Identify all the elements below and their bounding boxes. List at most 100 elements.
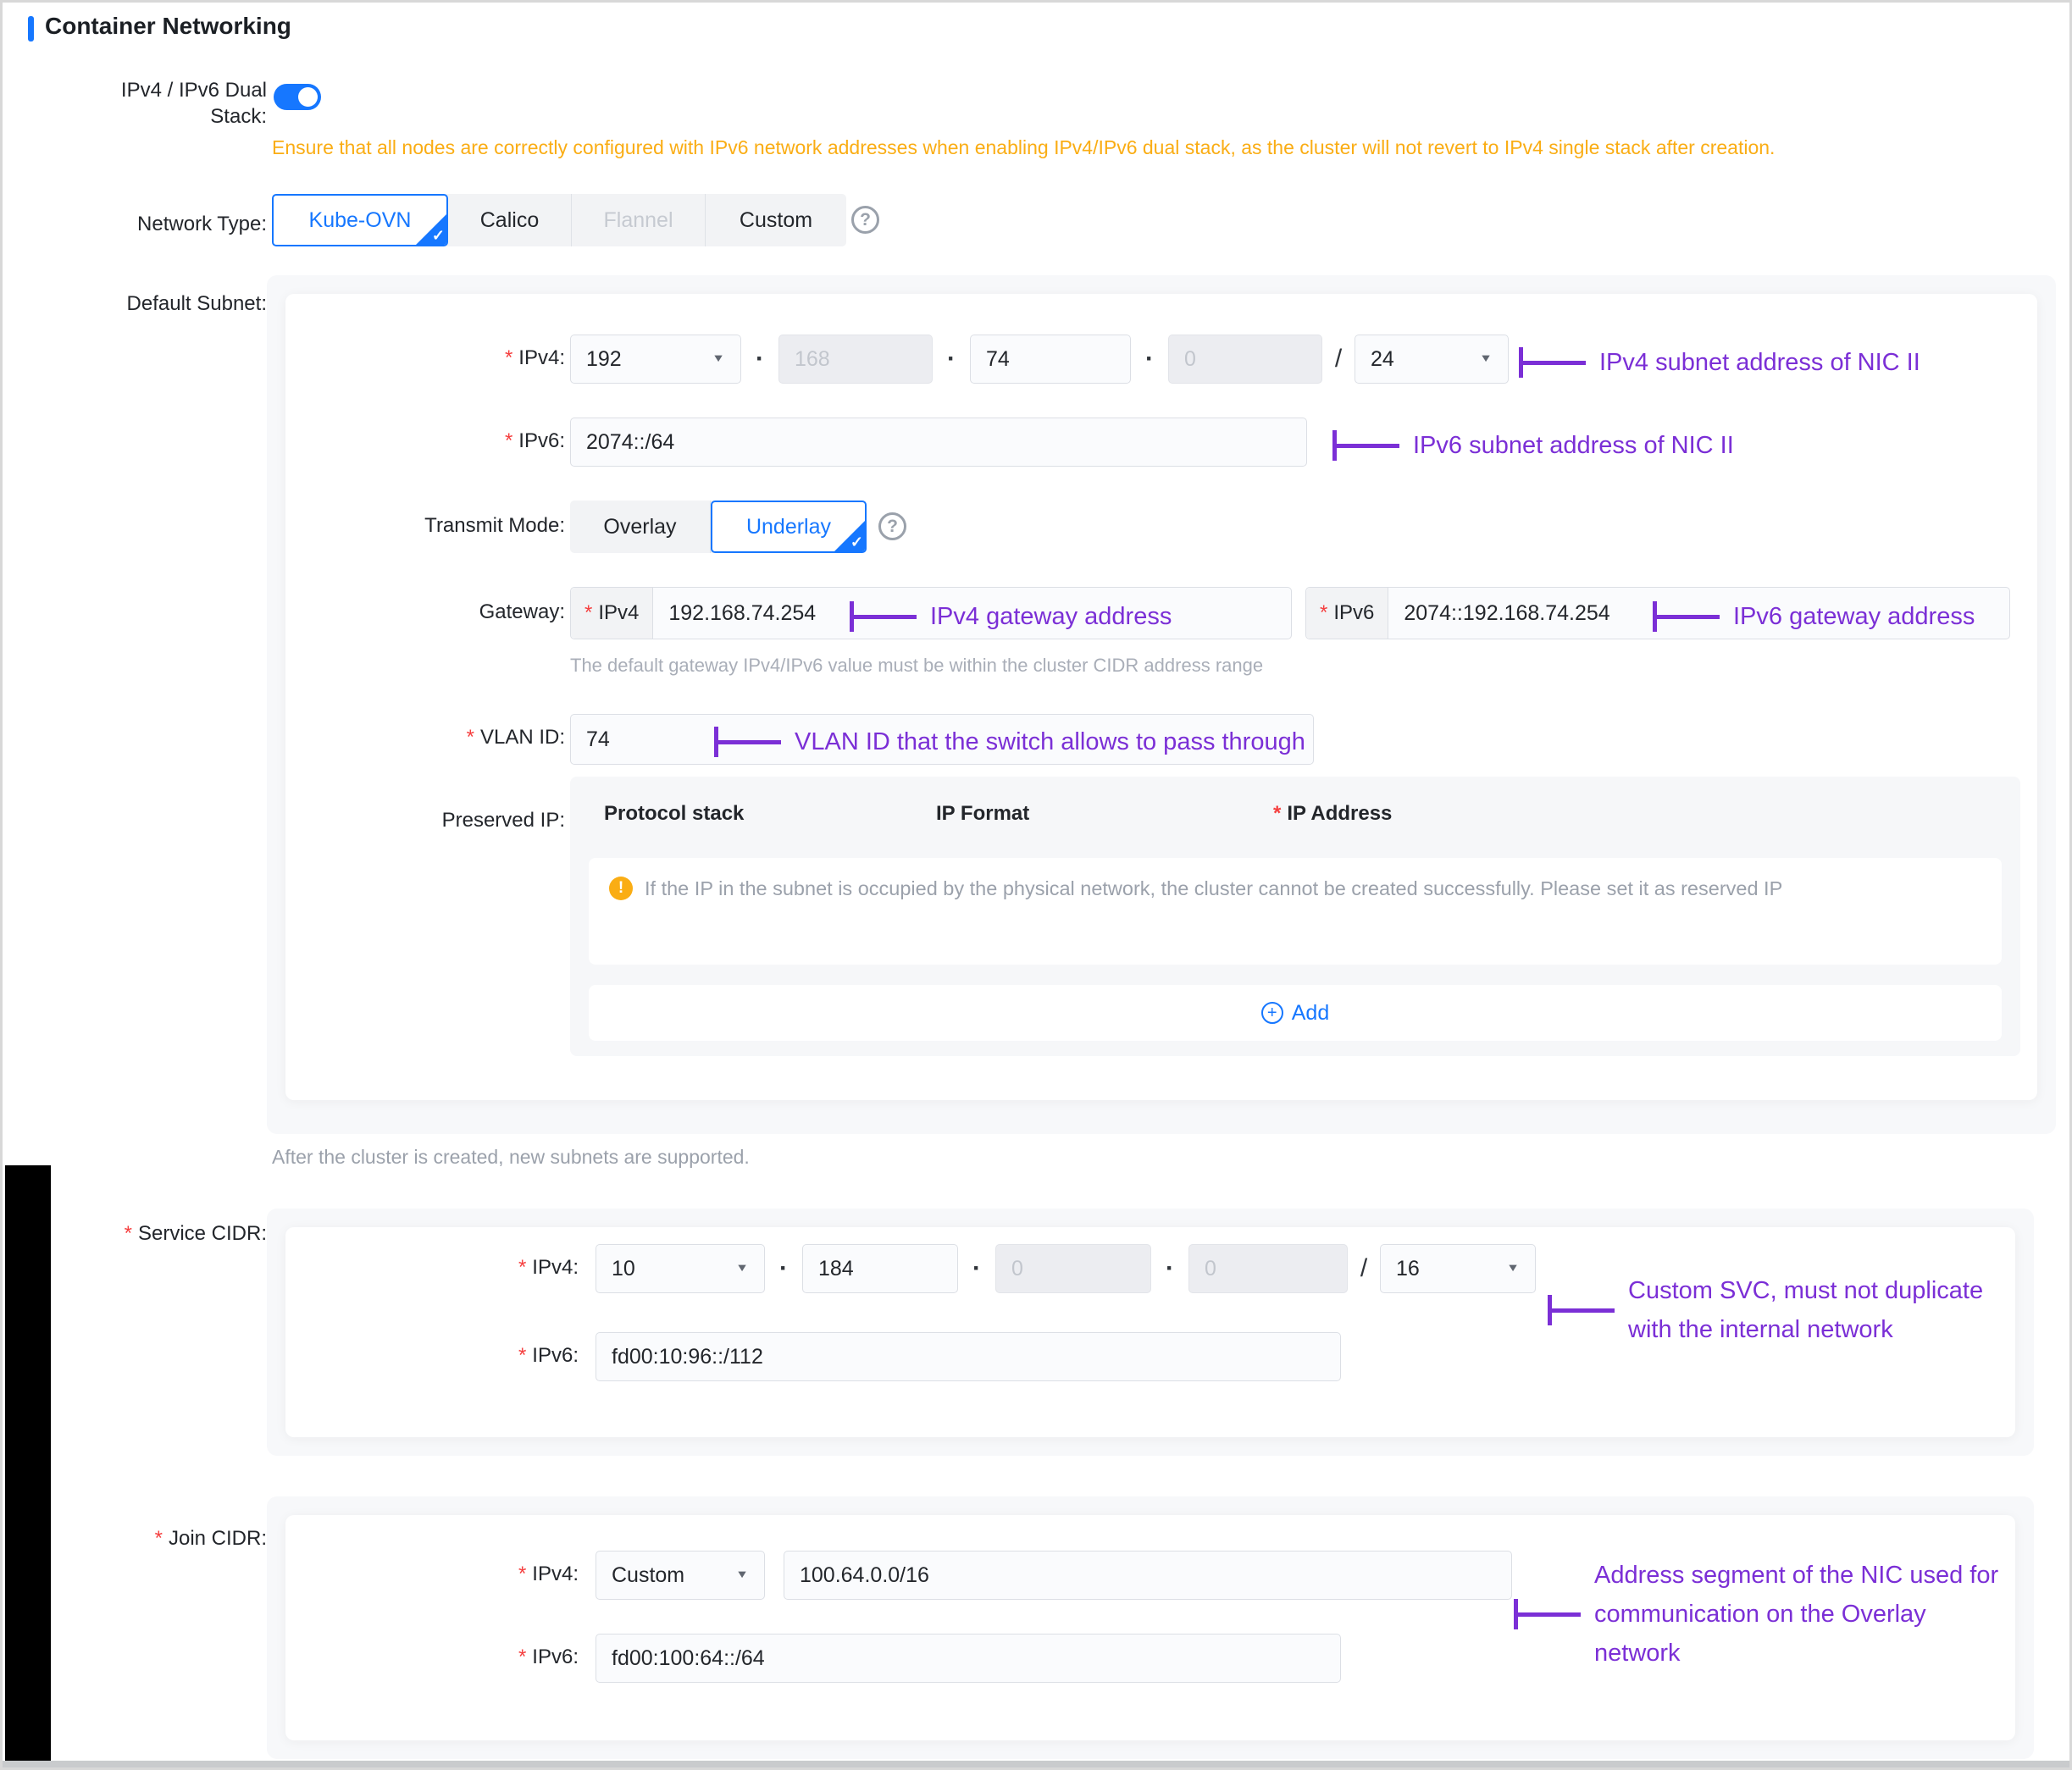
join-ipv4-input[interactable] <box>784 1551 1512 1600</box>
transmit-mode-tabs: Overlay Underlay ✓ <box>570 501 867 553</box>
gateway-ipv4-addon: *IPv4 <box>571 588 653 639</box>
dropdown-icon: ▼ <box>1479 353 1493 365</box>
subnet-ipv6-annotation: IPv6 subnet address of NIC II <box>1332 426 1734 465</box>
subnet-ipv6-input[interactable] <box>570 418 1307 467</box>
required-icon: * <box>505 429 512 452</box>
callout-connector-icon <box>1514 1599 1581 1629</box>
tab-flannel-label: Flannel <box>604 208 673 233</box>
join-ipv4-label: *IPv4: <box>285 1563 579 1586</box>
subnet-octet3-input[interactable] <box>970 335 1131 384</box>
octet-dot: · <box>933 345 970 373</box>
dropdown-icon: ▼ <box>735 1569 749 1581</box>
dual-stack-warning: Ensure that all nodes are correctly conf… <box>272 136 2061 159</box>
transmit-mode-help-icon[interactable]: ? <box>878 512 906 540</box>
gateway-ipv4-value[interactable]: 192.168.74.254 <box>653 588 831 639</box>
subnet-octet2-input <box>778 335 933 384</box>
gateway-ipv6-group: *IPv6 2074::192.168.74.254 <box>1305 587 2010 639</box>
required-icon: * <box>518 1563 526 1585</box>
service-ipv4-label: *IPv4: <box>285 1256 579 1280</box>
service-octet1-value: 10 <box>612 1257 635 1281</box>
join-ipv6-input[interactable] <box>596 1634 1341 1683</box>
service-prefix-value: 16 <box>1396 1257 1420 1281</box>
subnet-ipv6-label: *IPv6: <box>285 429 565 453</box>
vlan-label: *VLAN ID: <box>285 726 565 749</box>
join-cidr-card: *IPv4: Custom ▼ *IPv6: Address segment o… <box>285 1515 2015 1740</box>
subnet-octet1-value: 192 <box>586 347 622 372</box>
dropdown-icon: ▼ <box>735 1263 749 1275</box>
tab-overlay[interactable]: Overlay <box>570 501 711 553</box>
tab-custom[interactable]: Custom <box>706 194 846 246</box>
page-title: Container Networking <box>45 13 291 40</box>
octet-dot: · <box>958 1254 995 1283</box>
section-accent-bar <box>28 16 34 41</box>
join-ipv6-label: *IPv6: <box>285 1646 579 1669</box>
required-icon: * <box>125 1222 132 1245</box>
subnet-ipv4-label: *IPv4: <box>285 346 565 370</box>
preserved-ip-warning-text: If the IP in the subnet is occupied by t… <box>645 871 1966 951</box>
check-icon: ✓ <box>850 534 863 551</box>
subnet-ipv4-annotation: IPv4 subnet address of NIC II <box>1519 343 1920 382</box>
callout-connector-icon <box>1332 430 1399 461</box>
dual-stack-label: IPv4 / IPv6 Dual Stack: <box>97 77 267 130</box>
default-subnet-card: *IPv4: 192 ▼ · · · / 24 ▼ <box>285 294 2037 1100</box>
required-icon: * <box>1320 601 1327 625</box>
join-ipv4-controls: Custom ▼ <box>596 1551 1512 1600</box>
required-icon: * <box>584 601 592 625</box>
join-cidr-label: *Join CIDR: <box>3 1525 267 1552</box>
subnet-footnote: After the cluster is created, new subnet… <box>272 1146 750 1169</box>
tab-overlay-label: Overlay <box>603 515 676 539</box>
octet-dot: · <box>765 1254 802 1283</box>
service-ipv4-controls: 10 ▼ · · · / 16 ▼ <box>596 1244 1536 1293</box>
callout-connector-icon <box>1548 1295 1615 1325</box>
preserved-ip-label: Preserved IP: <box>285 809 565 832</box>
preserved-ip-add-button[interactable]: + Add <box>589 985 2002 1041</box>
service-prefix-select[interactable]: 16 ▼ <box>1380 1244 1536 1293</box>
window-bottom-edge <box>3 1761 2069 1767</box>
network-type-label: Network Type: <box>3 211 267 237</box>
gateway-ipv4-group: *IPv4 192.168.74.254 <box>570 587 1292 639</box>
required-icon: * <box>155 1527 163 1550</box>
dropdown-icon: ▼ <box>712 353 725 365</box>
warning-icon: ! <box>609 877 633 900</box>
tab-underlay[interactable]: Underlay ✓ <box>711 501 867 553</box>
service-octet4-input <box>1188 1244 1348 1293</box>
transmit-mode-label: Transmit Mode: <box>285 514 565 538</box>
join-ipv4-mode-select[interactable]: Custom ▼ <box>596 1551 765 1600</box>
join-ipv4-mode-value: Custom <box>612 1563 684 1588</box>
gateway-label: Gateway: <box>285 600 565 624</box>
redacted-region <box>5 1165 51 1764</box>
service-ipv6-input[interactable] <box>596 1332 1341 1381</box>
col-protocol-stack: Protocol stack <box>604 802 936 826</box>
subnet-prefix-select[interactable]: 24 ▼ <box>1355 335 1509 384</box>
network-type-help-icon[interactable]: ? <box>851 206 879 234</box>
check-icon: ✓ <box>432 227 445 245</box>
add-icon: + <box>1261 1002 1283 1024</box>
default-subnet-panel: *IPv4: 192 ▼ · · · / 24 ▼ <box>267 275 2056 1134</box>
service-octet3-input <box>995 1244 1151 1293</box>
vlan-input[interactable] <box>570 714 1314 765</box>
tab-kube-ovn-label: Kube-OVN <box>309 208 412 233</box>
octet-dot: · <box>1151 1254 1188 1283</box>
default-subnet-label: Default Subnet: <box>3 290 267 317</box>
gateway-ipv6-value[interactable]: 2074::192.168.74.254 <box>1388 588 1625 639</box>
service-octet1-select[interactable]: 10 ▼ <box>596 1244 765 1293</box>
subnet-ipv4-controls: 192 ▼ · · · / 24 ▼ <box>570 335 1509 384</box>
prefix-slash: / <box>1348 1254 1380 1283</box>
required-icon: * <box>505 346 512 369</box>
add-button-label: Add <box>1292 1001 1329 1026</box>
join-cidr-panel: *IPv4: Custom ▼ *IPv6: Address segment o… <box>267 1496 2034 1759</box>
tab-custom-label: Custom <box>740 208 812 233</box>
prefix-slash: / <box>1322 345 1355 373</box>
tab-kube-ovn[interactable]: Kube-OVN ✓ <box>272 194 448 246</box>
subnet-octet1-select[interactable]: 192 ▼ <box>570 335 741 384</box>
subnet-prefix-value: 24 <box>1371 347 1394 372</box>
col-ip-address: *IP Address <box>1273 802 1392 826</box>
preserved-ip-table: Protocol stack IP Format *IP Address ! I… <box>570 777 2020 1056</box>
service-octet2-input[interactable] <box>802 1244 958 1293</box>
required-icon: * <box>1273 802 1281 825</box>
dual-stack-toggle[interactable] <box>274 84 321 110</box>
tab-calico[interactable]: Calico <box>448 194 572 246</box>
tab-underlay-label: Underlay <box>746 515 831 539</box>
required-icon: * <box>518 1646 526 1668</box>
toggle-knob-icon <box>298 87 318 107</box>
